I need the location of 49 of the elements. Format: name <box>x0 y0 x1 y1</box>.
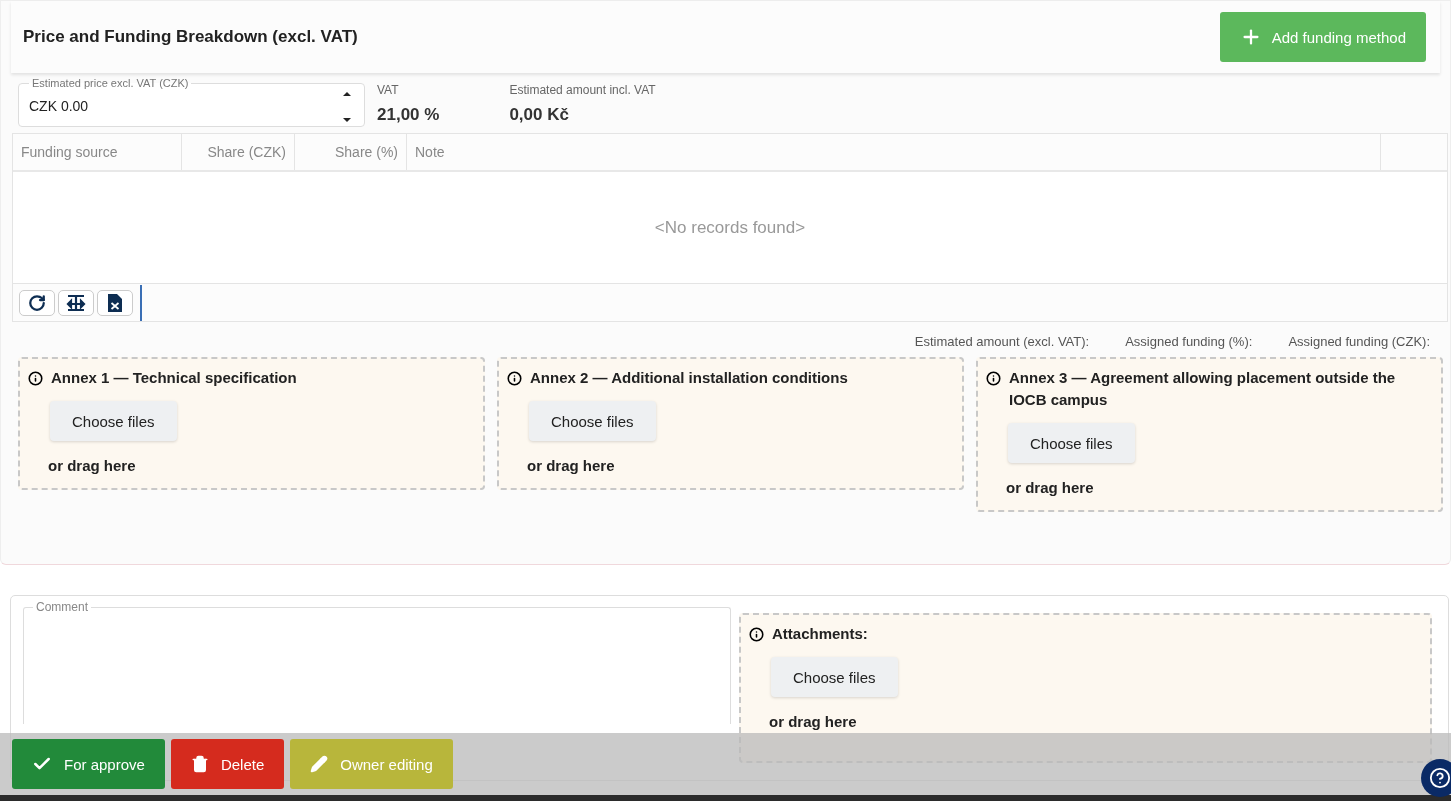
price-value: CZK 0.00 <box>29 97 89 114</box>
choose-files-button[interactable]: Choose files <box>529 401 656 441</box>
info-icon <box>507 371 522 386</box>
drag-hint: or drag here <box>1006 479 1095 496</box>
drop-zone-title: Annex 1 — Technical specification <box>51 368 297 388</box>
fit-columns-button[interactable] <box>58 289 94 316</box>
help-icon <box>1429 767 1451 789</box>
column-header[interactable]: Note <box>407 134 1381 170</box>
refresh-icon <box>28 293 46 312</box>
pencil-icon <box>310 755 329 773</box>
drag-hint: or drag here <box>769 713 858 730</box>
panel-title: Price and Funding Breakdown (excl. VAT) <box>23 27 358 47</box>
price-field-label: Estimated price excl. VAT (CZK) <box>31 77 190 89</box>
column-header[interactable]: Share (CZK) <box>182 134 295 170</box>
drop-zone-title: Annex 3 — Agreement allowing placement outside the IOCB campus <box>1009 368 1397 410</box>
comment-label: Comment <box>35 600 89 614</box>
vat-label: VAT <box>377 83 400 97</box>
choose-files-button[interactable]: Choose files <box>50 401 177 441</box>
empty-message: <No records found> <box>654 217 806 238</box>
excel-file-icon <box>108 293 122 312</box>
file-drop-zone[interactable]: Annex 3 — Agreement allowing placement outside the IOCB campus Choose files or drag here <box>976 357 1443 512</box>
column-header[interactable]: Share (%) <box>295 134 407 170</box>
vat-value: 21,00 % <box>377 105 440 125</box>
amount-label: Estimated amount incl. VAT <box>509 83 656 97</box>
summary-label: Assigned funding (%): <box>1125 334 1253 349</box>
drop-zone-title: Annex 2 — Additional installation conditions <box>530 368 848 388</box>
info-icon <box>986 371 1001 386</box>
amount-value: 0,00 Kč <box>509 105 570 125</box>
summary-label: Assigned funding (CZK): <box>1288 334 1430 349</box>
choose-files-button[interactable]: Choose files <box>1008 423 1135 463</box>
drag-hint: or drag here <box>527 457 616 474</box>
info-icon <box>28 371 43 386</box>
info-icon <box>749 627 764 642</box>
refresh-button[interactable] <box>19 289 55 316</box>
spinner-icon[interactable] <box>342 91 352 123</box>
fit-columns-icon <box>66 293 86 312</box>
file-drop-zone[interactable]: Annex 1 — Technical specification Choose files or drag here <box>18 357 485 490</box>
excel-export-button[interactable] <box>97 289 133 316</box>
approve-button[interactable]: For approve <box>12 739 165 789</box>
choose-files-button[interactable]: Choose files <box>771 657 898 697</box>
price-field[interactable]: Estimated price excl. VAT (CZK) CZK 0.00 <box>18 77 365 127</box>
trash-icon <box>190 755 209 773</box>
delete-button[interactable]: Delete <box>170 739 285 789</box>
column-header[interactable]: Funding source <box>13 134 182 170</box>
comment-field[interactable]: Comment <box>23 600 731 724</box>
drag-hint: or drag here <box>48 457 137 474</box>
summary-label: Estimated amount (excl. VAT): <box>914 334 1090 349</box>
file-drop-zone[interactable]: Annex 2 — Additional installation conditions Choose files or drag here <box>497 357 964 490</box>
drop-zone-title: Attachments: <box>772 624 868 644</box>
